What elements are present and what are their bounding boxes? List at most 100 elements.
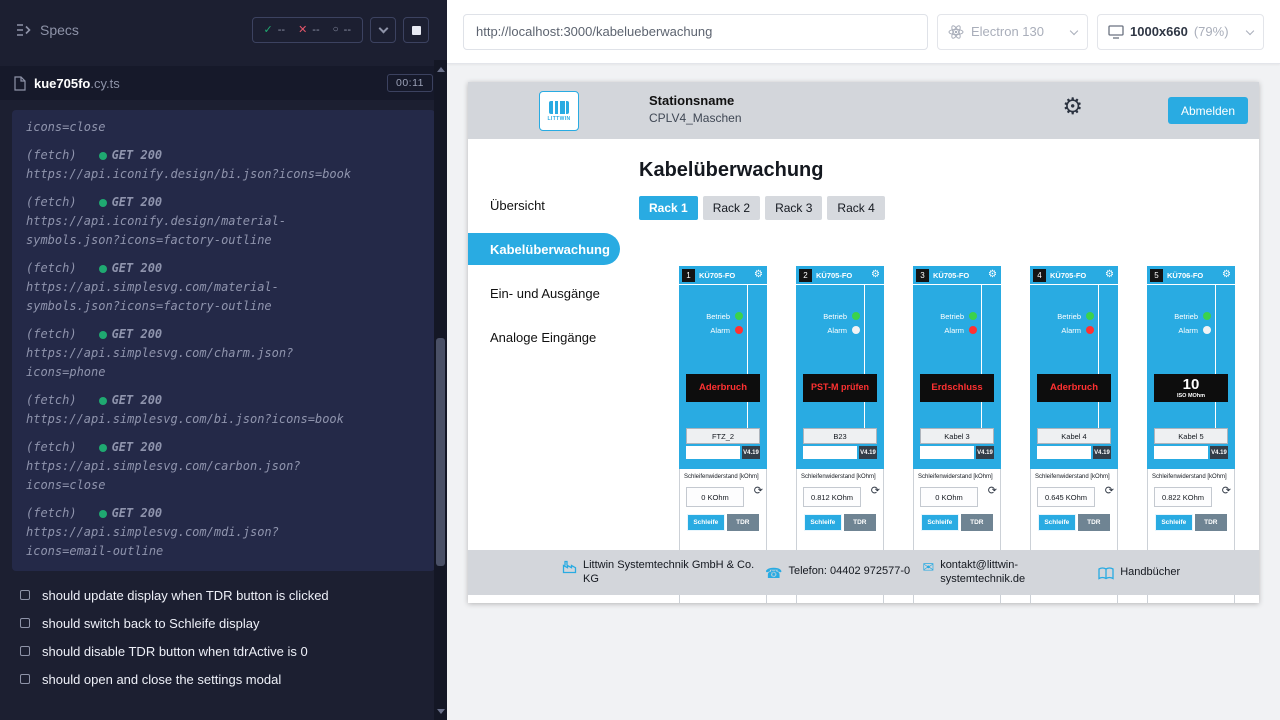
- divider: [981, 285, 982, 428]
- specs-panel-icon: [16, 23, 32, 37]
- firmware-version: V4.19: [976, 446, 994, 459]
- sidebar-item-analoge-eingaenge[interactable]: Analoge Eingänge: [468, 315, 620, 359]
- command-log: icons=close (fetch)GET 200 https://api.i…: [12, 110, 435, 571]
- spec-header[interactable]: kue705fo.cy.ts 00:11: [0, 66, 447, 100]
- status-ok-dot: [99, 265, 107, 273]
- alarm-led: [1086, 326, 1094, 334]
- status-ok-dot: [99, 331, 107, 339]
- tab-rack-2[interactable]: Rack 2: [703, 196, 760, 220]
- sidebar-item-uebersicht[interactable]: Übersicht: [468, 183, 620, 227]
- scroll-down-icon[interactable]: [434, 704, 447, 718]
- channel-label: B23: [803, 428, 877, 444]
- refresh-icon[interactable]: ⟳: [1222, 486, 1231, 497]
- device-settings-icon[interactable]: ⚙: [754, 270, 763, 280]
- stat-pending: ○--: [333, 24, 351, 36]
- log-entry[interactable]: (fetch)GET 200 https://api.simplesvg.com…: [26, 325, 421, 382]
- sidebar-item-ein-und-ausgaenge[interactable]: Ein- und Ausgänge: [468, 271, 620, 315]
- status-display: PST-M prüfen: [803, 374, 877, 402]
- log-entry[interactable]: (fetch)GET 200 https://api.iconify.desig…: [26, 146, 421, 184]
- tdr-button[interactable]: TDR: [1195, 514, 1227, 531]
- device-settings-icon[interactable]: ⚙: [1222, 270, 1231, 280]
- channel-input[interactable]: [1037, 446, 1091, 459]
- schleife-button[interactable]: Schleife: [687, 514, 725, 531]
- refresh-icon[interactable]: ⟳: [871, 486, 880, 497]
- viewport-icon: [1108, 25, 1124, 39]
- phone-icon: ☎: [765, 566, 782, 580]
- test-item[interactable]: should open and close the settings modal: [20, 665, 447, 693]
- divider: [747, 285, 748, 428]
- device-model: KÜ705-FO: [1050, 271, 1086, 280]
- chevron-down-icon: [1070, 26, 1078, 34]
- viewport-zoom: (79%): [1194, 24, 1229, 39]
- channel-label: Kabel 3: [920, 428, 994, 444]
- log-entry[interactable]: (fetch)GET 200 https://api.simplesvg.com…: [26, 438, 421, 495]
- specs-menu-toggle[interactable]: Specs: [16, 22, 79, 38]
- sidebar-item-kabelueberwachung[interactable]: Kabelüberwachung: [468, 233, 620, 265]
- stop-run-button[interactable]: [403, 17, 429, 43]
- divider: [864, 285, 865, 428]
- scroll-up-icon[interactable]: [434, 62, 447, 76]
- logout-button[interactable]: Abmelden: [1168, 97, 1248, 124]
- schleife-button[interactable]: Schleife: [804, 514, 842, 531]
- tdr-button[interactable]: TDR: [844, 514, 876, 531]
- alarm-led: [969, 326, 977, 334]
- test-item[interactable]: should disable TDR button when tdrActive…: [20, 637, 447, 665]
- test-item[interactable]: should update display when TDR button is…: [20, 581, 447, 609]
- settings-gear-icon[interactable]: ⚙: [1062, 95, 1083, 118]
- firmware-version: V4.19: [1210, 446, 1228, 459]
- refresh-icon[interactable]: ⟳: [1105, 486, 1114, 497]
- refresh-icon[interactable]: ⟳: [988, 486, 997, 497]
- resistance-value: 0.645 KOhm: [1037, 487, 1095, 507]
- tdr-button[interactable]: TDR: [1078, 514, 1110, 531]
- collapse-tests-button[interactable]: [370, 17, 396, 43]
- footer-manuals-link[interactable]: Handbücher: [1098, 566, 1180, 580]
- stat-failed: ✕--: [298, 24, 320, 36]
- device-number: 5: [1150, 269, 1163, 282]
- browser-select[interactable]: Electron 130: [937, 14, 1088, 50]
- log-entry[interactable]: (fetch)GET 200 https://api.simplesvg.com…: [26, 259, 421, 316]
- page-title: Kabelüberwachung: [639, 159, 1259, 182]
- station-label: Stationsname: [649, 93, 742, 108]
- reporter-header: Specs ✓-- ✕-- ○--: [0, 0, 447, 60]
- channel-input[interactable]: [1154, 446, 1208, 459]
- betrieb-led: [969, 312, 977, 320]
- station-info: Stationsname CPLV4_Maschen: [649, 93, 742, 125]
- footer-phone: ☎ Telefon: 04402 972577-0: [765, 565, 914, 580]
- firmware-version: V4.19: [859, 446, 877, 459]
- channel-input[interactable]: [920, 446, 974, 459]
- url-input[interactable]: http://localhost:3000/kabelueberwachung: [463, 14, 928, 50]
- log-entry[interactable]: (fetch)GET 200 https://api.simplesvg.com…: [26, 391, 421, 429]
- device-model: KÜ705-FO: [816, 271, 852, 280]
- test-state-icon: [20, 674, 30, 684]
- log-entry[interactable]: (fetch)GET 200 https://api.iconify.desig…: [26, 193, 421, 250]
- betrieb-led: [1086, 312, 1094, 320]
- tab-rack-1[interactable]: Rack 1: [639, 196, 698, 220]
- status-display: 10 ISO MOhm: [1154, 374, 1228, 402]
- scrollbar-thumb[interactable]: [436, 338, 445, 566]
- channel-label: FTZ_2: [686, 428, 760, 444]
- reporter-scrollbar[interactable]: [434, 60, 447, 720]
- channel-input[interactable]: [686, 446, 740, 459]
- app-sidebar: Übersicht Kabelüberwachung Ein- und Ausg…: [468, 139, 620, 603]
- schleife-button[interactable]: Schleife: [921, 514, 959, 531]
- tdr-button[interactable]: TDR: [961, 514, 993, 531]
- specs-label: Specs: [40, 22, 79, 38]
- stat-passed: ✓--: [264, 24, 286, 36]
- channel-input[interactable]: [803, 446, 857, 459]
- schleife-button[interactable]: Schleife: [1155, 514, 1193, 531]
- tdr-button[interactable]: TDR: [727, 514, 759, 531]
- alarm-led: [735, 326, 743, 334]
- schleife-button[interactable]: Schleife: [1038, 514, 1076, 531]
- tab-rack-4[interactable]: Rack 4: [827, 196, 884, 220]
- viewport-info[interactable]: 1000x660 (79%): [1097, 14, 1264, 50]
- app-viewport: LITTWIN Stationsname CPLV4_Maschen ⚙ Abm…: [447, 64, 1280, 720]
- log-entry[interactable]: (fetch)GET 200 https://api.simplesvg.com…: [26, 504, 421, 561]
- test-item[interactable]: should switch back to Schleife display: [20, 609, 447, 637]
- betrieb-led: [735, 312, 743, 320]
- refresh-icon[interactable]: ⟳: [754, 486, 763, 497]
- footer-company: Littwin Systemtechnik GmbH & Co. KG: [562, 559, 755, 586]
- device-settings-icon[interactable]: ⚙: [988, 270, 997, 280]
- device-settings-icon[interactable]: ⚙: [871, 270, 880, 280]
- device-settings-icon[interactable]: ⚙: [1105, 270, 1114, 280]
- tab-rack-3[interactable]: Rack 3: [765, 196, 822, 220]
